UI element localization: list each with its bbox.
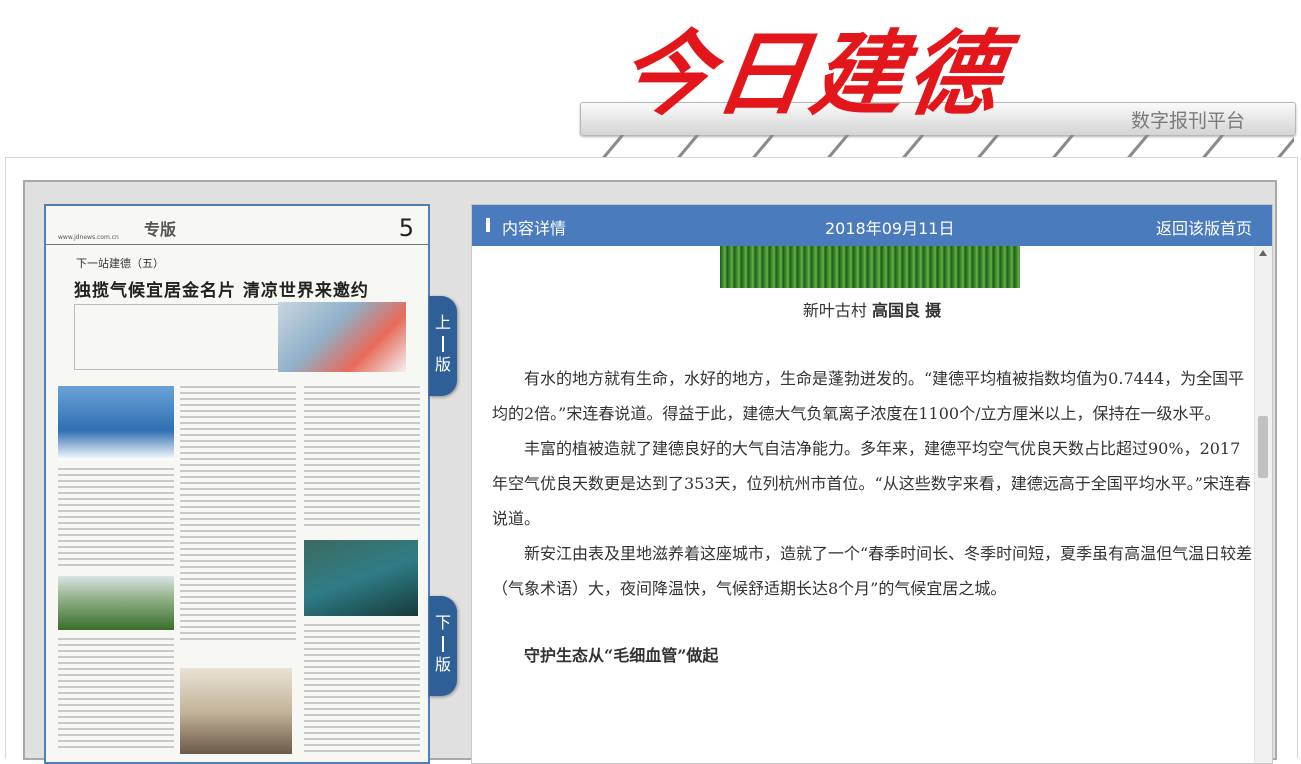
article-paragraph: 有水的地方就有生命，水好的地方，生命是蓬勃迸发的。“建德平均植被指数均值为0.7…: [492, 369, 1245, 423]
photo-caption: 新叶古村 高国良 摄: [472, 297, 1272, 321]
prev-label-2: 版: [434, 355, 451, 374]
ceremony-photo[interactable]: [58, 386, 174, 460]
text-column[interactable]: [58, 638, 174, 752]
header-bar-icon: [486, 218, 490, 232]
header-stripes: [588, 135, 1294, 157]
village-photo[interactable]: [58, 576, 174, 630]
caption-suffix: 摄: [925, 301, 942, 320]
issue-date: 2018年09月11日: [825, 219, 955, 238]
back-to-page-link[interactable]: 返回该版首页: [1156, 215, 1252, 239]
page-kicker: 下一站建德（五）: [76, 257, 164, 270]
article-paragraph: 新安江由表及里地滋养着这座城市，造就了一个“春季时间长、冬季时间短，夏季虽有高温…: [492, 544, 1253, 598]
scroll-up-icon[interactable]: [1259, 250, 1267, 256]
next-label-1: 下: [434, 613, 451, 632]
newspaper-page-thumbnail[interactable]: 专版 5 www.jdnews.com.cn 下一站建德（五） 独揽气候宜居金名…: [44, 204, 430, 764]
scrollbar-thumb[interactable]: [1258, 416, 1268, 478]
river-photo[interactable]: [304, 540, 418, 616]
rice-field-photo[interactable]: [720, 246, 1020, 288]
article-subheading: 守护生态从“毛细血管”做起: [524, 646, 719, 665]
prev-page-tab[interactable]: 上 版: [429, 296, 457, 396]
lead-box[interactable]: [74, 304, 304, 370]
text-column[interactable]: [58, 468, 174, 570]
text-column[interactable]: [304, 624, 420, 756]
prev-label-1: 上: [434, 313, 451, 332]
site-url: www.jdnews.com.cn: [58, 234, 119, 241]
newspaper-logo[interactable]: 今日建德: [612, 20, 1011, 128]
caption-place: 新叶古村: [802, 301, 867, 320]
next-page-tab[interactable]: 下 版: [429, 596, 457, 696]
station-photo[interactable]: [278, 302, 406, 372]
content-detail-label: 内容详情: [502, 219, 567, 238]
article-header-bar: 内容详情 2018年09月11日 返回该版首页: [472, 205, 1272, 246]
article-scrollbar[interactable]: [1254, 246, 1272, 763]
article-paragraph: 丰富的植被造就了建德良好的大气自洁净能力。多年来，建德平均空气优良天数占比超过9…: [492, 439, 1251, 528]
text-column[interactable]: [304, 386, 420, 530]
article-panel: 内容详情 2018年09月11日 返回该版首页 新叶古村 高国良 摄 有水的地方…: [471, 204, 1273, 764]
article-body: 有水的地方就有生命，水好的地方，生命是蓬勃迸发的。“建德平均植被指数均值为0.7…: [492, 361, 1256, 703]
tab-divider: [442, 636, 444, 652]
next-label-2: 版: [434, 655, 451, 674]
architecture-photo[interactable]: [180, 668, 292, 754]
section-label: 专版: [144, 220, 177, 239]
page-headline[interactable]: 独揽气候宜居金名片 清凉世界来邀约: [74, 276, 369, 301]
platform-label: 数字报刊平台: [1130, 110, 1245, 132]
page-header: 专版 5 www.jdnews.com.cn: [46, 206, 428, 245]
masthead: 数字报刊平台 今日建德: [0, 0, 1301, 158]
caption-author: 高国良: [871, 301, 920, 320]
page-number: 5: [398, 214, 414, 242]
tab-divider: [442, 336, 444, 352]
text-column[interactable]: [180, 386, 296, 644]
